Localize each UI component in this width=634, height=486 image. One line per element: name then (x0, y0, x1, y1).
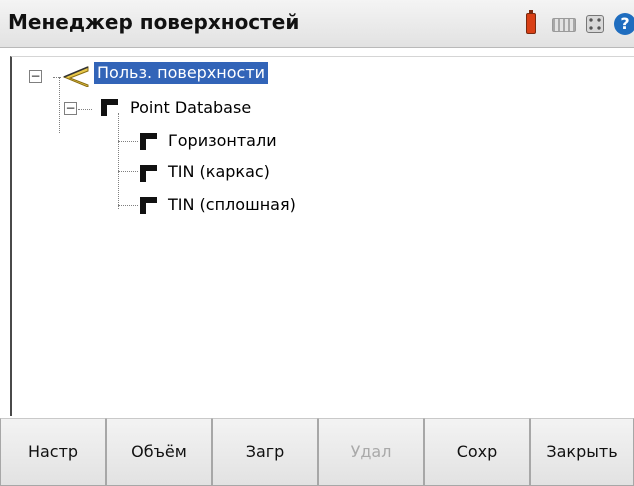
tree-item-tin-wireframe[interactable]: TIN (каркас) (168, 161, 270, 183)
title-bar: Менеджер поверхностей ? (0, 0, 634, 48)
tree-connector (53, 77, 61, 78)
load-button[interactable]: Загр (212, 418, 318, 486)
tree-connector (118, 205, 138, 206)
tree-item-point-database[interactable]: Point Database (130, 97, 251, 119)
collapse-toggle[interactable]: − (29, 70, 42, 83)
status-icons: ? (524, 10, 634, 36)
tree-item-tin-solid[interactable]: TIN (сплошная) (168, 194, 296, 216)
save-button[interactable]: Сохр (424, 418, 530, 486)
window-title: Менеджер поверхностей (8, 10, 300, 34)
user-surfaces-icon (62, 66, 89, 87)
help-icon[interactable]: ? (614, 13, 634, 35)
keyboard-icon[interactable] (552, 18, 576, 32)
settings-button[interactable]: Настр (0, 418, 106, 486)
surface-icon (140, 197, 157, 214)
tree-item-user-surfaces[interactable]: Польз. поверхности (94, 62, 269, 84)
collapse-toggle[interactable]: − (64, 102, 77, 115)
tree-connector (118, 113, 119, 209)
tree-item-contours[interactable]: Горизонтали (168, 130, 277, 152)
surface-icon (101, 99, 118, 116)
battery-icon[interactable] (526, 10, 536, 34)
surface-tree-panel[interactable]: − Польз. поверхности − Point Database Го… (10, 56, 634, 416)
tree-connector (59, 77, 60, 133)
tree-connector (118, 141, 138, 142)
close-button[interactable]: Закрыть (530, 418, 634, 486)
delete-button[interactable]: Удал (318, 418, 424, 486)
apps-icon[interactable] (586, 15, 604, 33)
tree-connector (78, 109, 92, 110)
tree-connector (118, 171, 138, 172)
surface-tree: − Польз. поверхности − Point Database Го… (12, 57, 634, 416)
surface-icon (140, 133, 157, 150)
bottom-toolbar: Настр Объём Загр Удал Сохр Закрыть (0, 418, 634, 486)
surface-icon (140, 165, 157, 182)
volume-button[interactable]: Объём (106, 418, 212, 486)
